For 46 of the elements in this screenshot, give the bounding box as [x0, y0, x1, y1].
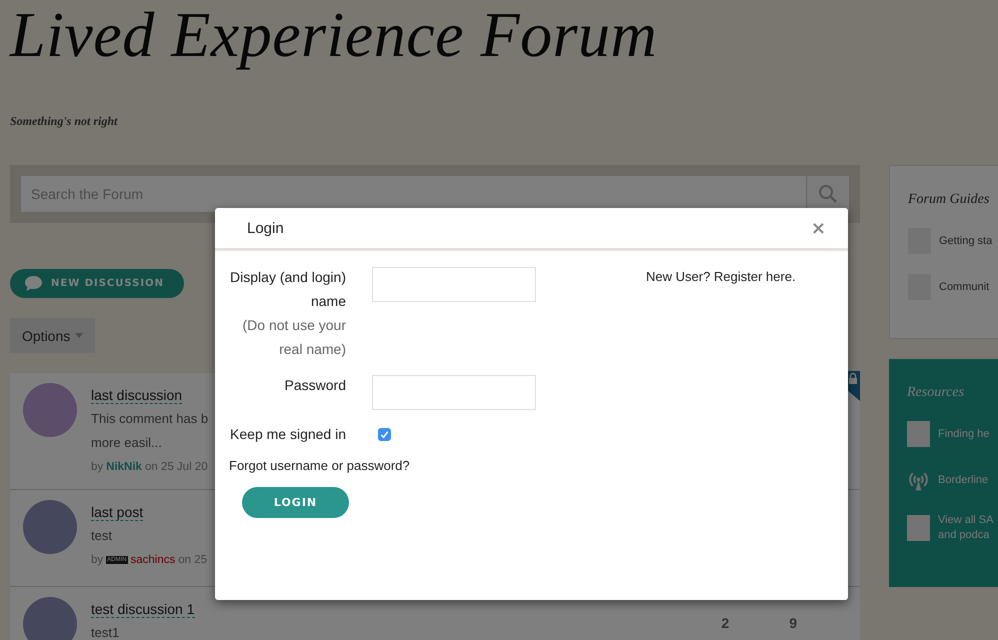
discussion-title-link[interactable]: test discussion 1 [91, 601, 194, 618]
keep-signed-in-checkbox[interactable] [378, 428, 391, 441]
search-icon [818, 184, 838, 204]
user-avatar[interactable] [23, 597, 77, 640]
meta-text: by [91, 460, 104, 475]
count-number: 2 [721, 615, 730, 633]
user-avatar[interactable] [23, 383, 77, 437]
site-tagline: Something's not right [10, 114, 119, 129]
sidebar-link[interactable]: Borderline [938, 472, 988, 488]
discussion-excerpt: This comment has b [91, 410, 208, 428]
discussion-excerpt: test [91, 527, 112, 545]
sidebar-link[interactable]: Getting sta [939, 234, 992, 248]
sidebar-link[interactable]: View all SA and podca [938, 513, 994, 543]
field-label: Display (and login) name [229, 268, 346, 311]
user-avatar[interactable] [23, 500, 77, 554]
discussion-title-link[interactable]: last discussion [91, 387, 182, 404]
dialog-title: Login [247, 220, 284, 236]
author-link[interactable]: sachincs [130, 548, 176, 572]
speech-bubble-icon [24, 275, 43, 292]
discussion-title-link[interactable]: last post [91, 504, 144, 521]
checkbox-label: Keep me signed in [229, 425, 346, 444]
name-field[interactable] [372, 267, 536, 302]
forgot-password-link[interactable]: Forgot username or password? [229, 458, 629, 473]
close-button[interactable]: × [810, 218, 826, 238]
field-label: Password [284, 376, 346, 395]
count-number: 9 [789, 615, 797, 633]
sidebar-link[interactable]: Finding he [938, 426, 990, 442]
document-logo-icon [907, 421, 930, 447]
password-field[interactable] [372, 375, 536, 410]
field-hint: (Do not use your real name) [242, 316, 346, 359]
register-link[interactable]: New User? Register here. [646, 269, 796, 518]
meta-text: on 25 [178, 553, 208, 568]
author-link[interactable]: NikNik [106, 455, 142, 479]
login-button[interactable]: LOGIN [242, 487, 349, 518]
document-logo-icon [907, 515, 930, 541]
sidebar-link[interactable]: Communit [939, 280, 990, 294]
discussion-excerpt: test1 [91, 624, 120, 640]
caret-icon [75, 333, 84, 338]
sidebar-heading: Forum Guides [908, 192, 990, 208]
discussion-excerpt: more easil... [91, 434, 162, 452]
meta-text: on 25 Jul 20 [144, 460, 208, 475]
options-button[interactable]: Options [10, 318, 96, 353]
sidebar-heading: Resources [907, 385, 966, 401]
new-discussion-button[interactable]: NEW DISCUSSION [10, 269, 184, 298]
site-title: Lived Experience Forum [10, 0, 658, 70]
meta-text: by [91, 553, 104, 568]
